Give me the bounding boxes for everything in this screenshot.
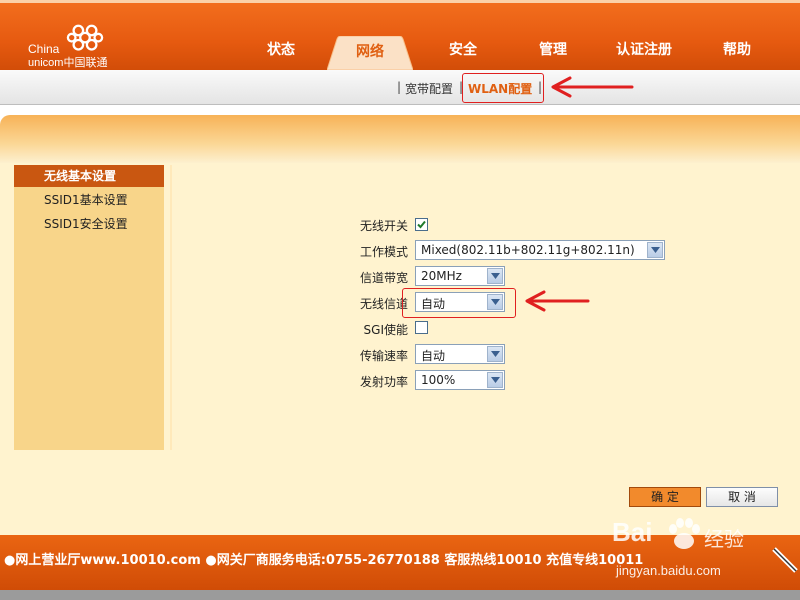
annotation-highlight-box	[402, 288, 516, 318]
power-value: 100%	[421, 373, 456, 387]
wireless-switch-checkbox[interactable]	[415, 218, 428, 231]
nav-tab-status[interactable]: 状态	[258, 40, 304, 70]
annotation-arrow-icon	[551, 76, 634, 98]
annotation-highlight-box	[462, 73, 544, 103]
watermark-url: jingyan.baidu.com	[616, 563, 721, 578]
chevron-down-icon[interactable]	[487, 268, 503, 284]
content-header-band	[0, 115, 800, 163]
channel-label: 无线信道	[359, 297, 408, 311]
power-select[interactable]: 100%	[415, 370, 505, 390]
sidebar-divider	[170, 165, 172, 450]
nav-tab-network-label: 网络	[356, 44, 384, 60]
power-label: 发射功率	[359, 375, 408, 389]
rate-value: 自动	[421, 349, 446, 363]
bottom-strip	[0, 590, 800, 600]
work-mode-select[interactable]: Mixed(802.11b+802.11g+802.11n)	[415, 240, 665, 260]
bandwidth-select[interactable]: 20MHz	[415, 266, 505, 286]
sgi-label: SGI使能	[363, 323, 408, 337]
nav-tab-security[interactable]: 安全	[440, 40, 486, 70]
wireless-switch-label: 无线开关	[359, 219, 408, 233]
rate-label: 传输速率	[359, 349, 408, 363]
pencil-icon	[772, 547, 798, 573]
top-accent-line	[0, 0, 800, 3]
nav-tab-management[interactable]: 管理	[530, 40, 576, 70]
chevron-down-icon[interactable]	[487, 372, 503, 388]
sgi-checkbox[interactable]	[415, 321, 428, 334]
sidebar-item-ssid1-security[interactable]: SSID1安全设置	[14, 213, 164, 235]
footer-info-text: ●网上营业厅www.10010.com ●网关厂商服务电话:0755-26770…	[4, 553, 644, 568]
sidebar-item-ssid1-basic[interactable]: SSID1基本设置	[14, 189, 164, 211]
checkmark-icon	[417, 220, 426, 229]
brand-line2: unicom中国联通	[28, 57, 108, 69]
chevron-down-icon[interactable]	[487, 346, 503, 362]
work-mode-label: 工作模式	[359, 245, 408, 259]
work-mode-value: Mixed(802.11b+802.11g+802.11n)	[421, 243, 635, 257]
ok-button[interactable]: 确 定	[629, 487, 701, 507]
watermark-brand: Bai	[612, 517, 653, 547]
bandwidth-label: 信道带宽	[359, 271, 408, 285]
nav-tab-network[interactable]: 网络	[327, 36, 413, 70]
subnav-broadband-config[interactable]: 宽带配置	[405, 80, 453, 97]
cancel-button[interactable]: 取 消	[706, 487, 778, 507]
subnav-separator: |	[397, 80, 402, 94]
rate-select[interactable]: 自动	[415, 344, 505, 364]
nav-tab-auth-register[interactable]: 认证注册	[610, 40, 678, 70]
watermark-cn: 经验	[704, 527, 744, 551]
sub-navigation-bar: | | |	[0, 70, 800, 105]
paw-icon	[669, 518, 700, 549]
china-unicom-logo: China unicom中国联通	[28, 20, 118, 69]
sidebar-item-wireless-basic[interactable]: 无线基本设置	[14, 165, 164, 187]
nav-tab-help[interactable]: 帮助	[714, 40, 760, 70]
annotation-arrow-icon	[525, 290, 590, 312]
chevron-down-icon[interactable]	[647, 242, 663, 258]
bandwidth-value: 20MHz	[421, 269, 462, 283]
